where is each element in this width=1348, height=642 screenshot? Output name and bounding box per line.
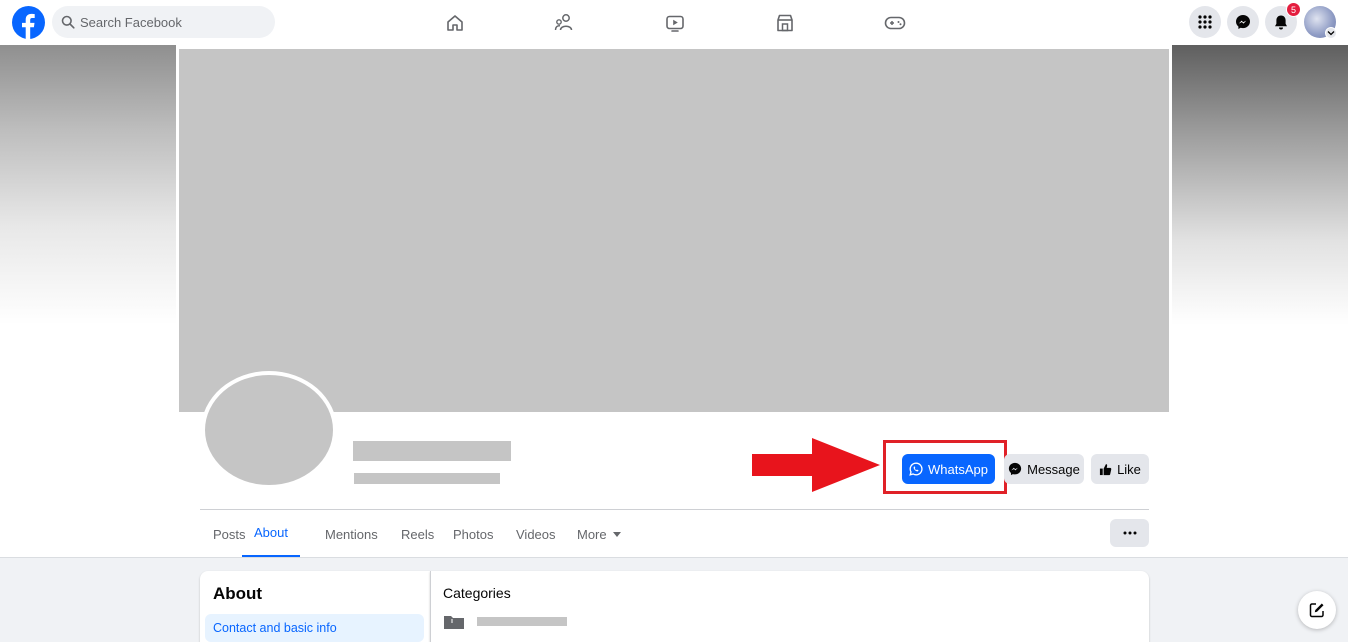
- menu-grid-icon[interactable]: [1189, 6, 1221, 38]
- friends-icon[interactable]: [545, 8, 585, 38]
- compose-icon: [1309, 603, 1324, 618]
- new-message-button[interactable]: [1298, 591, 1336, 629]
- tab-photos[interactable]: Photos: [453, 510, 493, 558]
- tab-mentions[interactable]: Mentions: [325, 510, 378, 558]
- whatsapp-button[interactable]: WhatsApp: [902, 454, 995, 484]
- sidebar-item-contact-basic-info[interactable]: Contact and basic info: [205, 614, 424, 642]
- about-sidebar-card: About Contact and basic info: [200, 571, 430, 642]
- caret-down-icon: [612, 531, 621, 537]
- video-icon[interactable]: [655, 8, 695, 38]
- message-button-label: Message: [1027, 461, 1080, 477]
- chevron-down-icon[interactable]: [1325, 27, 1337, 39]
- category-placeholder: [477, 617, 567, 626]
- profile-picture[interactable]: [201, 371, 337, 489]
- search-input[interactable]: [80, 6, 270, 38]
- messenger-icon: [1009, 462, 1022, 476]
- more-options-button[interactable]: [1110, 519, 1149, 547]
- whatsapp-button-label: WhatsApp: [928, 461, 988, 477]
- messenger-icon[interactable]: [1227, 6, 1259, 38]
- facebook-logo-icon[interactable]: [12, 6, 45, 39]
- whatsapp-icon: [909, 462, 923, 476]
- like-button-label: Like: [1117, 461, 1141, 477]
- page-name-placeholder: [353, 441, 511, 461]
- cover-photo[interactable]: [179, 49, 1169, 412]
- notification-badge: 5: [1286, 2, 1301, 17]
- tabs-shadow: [0, 557, 1348, 558]
- home-icon[interactable]: [435, 8, 475, 38]
- cover-backdrop-left: [0, 45, 176, 325]
- thumbs-up-icon: [1099, 463, 1112, 475]
- tab-about[interactable]: About: [242, 510, 300, 558]
- message-button[interactable]: Message: [1004, 454, 1084, 484]
- tab-videos[interactable]: Videos: [516, 510, 556, 558]
- cover-backdrop-right: [1172, 45, 1348, 325]
- tab-more-label: More: [577, 526, 607, 542]
- top-navigation-bar: 5: [0, 0, 1348, 45]
- categories-heading: Categories: [443, 585, 511, 601]
- about-content-card: Categories: [430, 571, 1149, 642]
- ellipsis-icon: [1123, 531, 1136, 535]
- search-icon: [61, 15, 75, 29]
- tab-more[interactable]: More: [577, 510, 621, 558]
- gaming-icon[interactable]: [875, 8, 915, 38]
- red-arrow-annotation: [752, 438, 880, 492]
- tab-posts[interactable]: Posts: [213, 510, 246, 558]
- like-button[interactable]: Like: [1091, 454, 1149, 484]
- about-heading: About: [213, 584, 263, 603]
- search-bar[interactable]: [52, 6, 275, 38]
- tab-reels[interactable]: Reels: [401, 510, 434, 558]
- page-subtitle-placeholder: [354, 473, 500, 484]
- marketplace-icon[interactable]: [765, 8, 805, 38]
- folder-icon: [444, 616, 464, 629]
